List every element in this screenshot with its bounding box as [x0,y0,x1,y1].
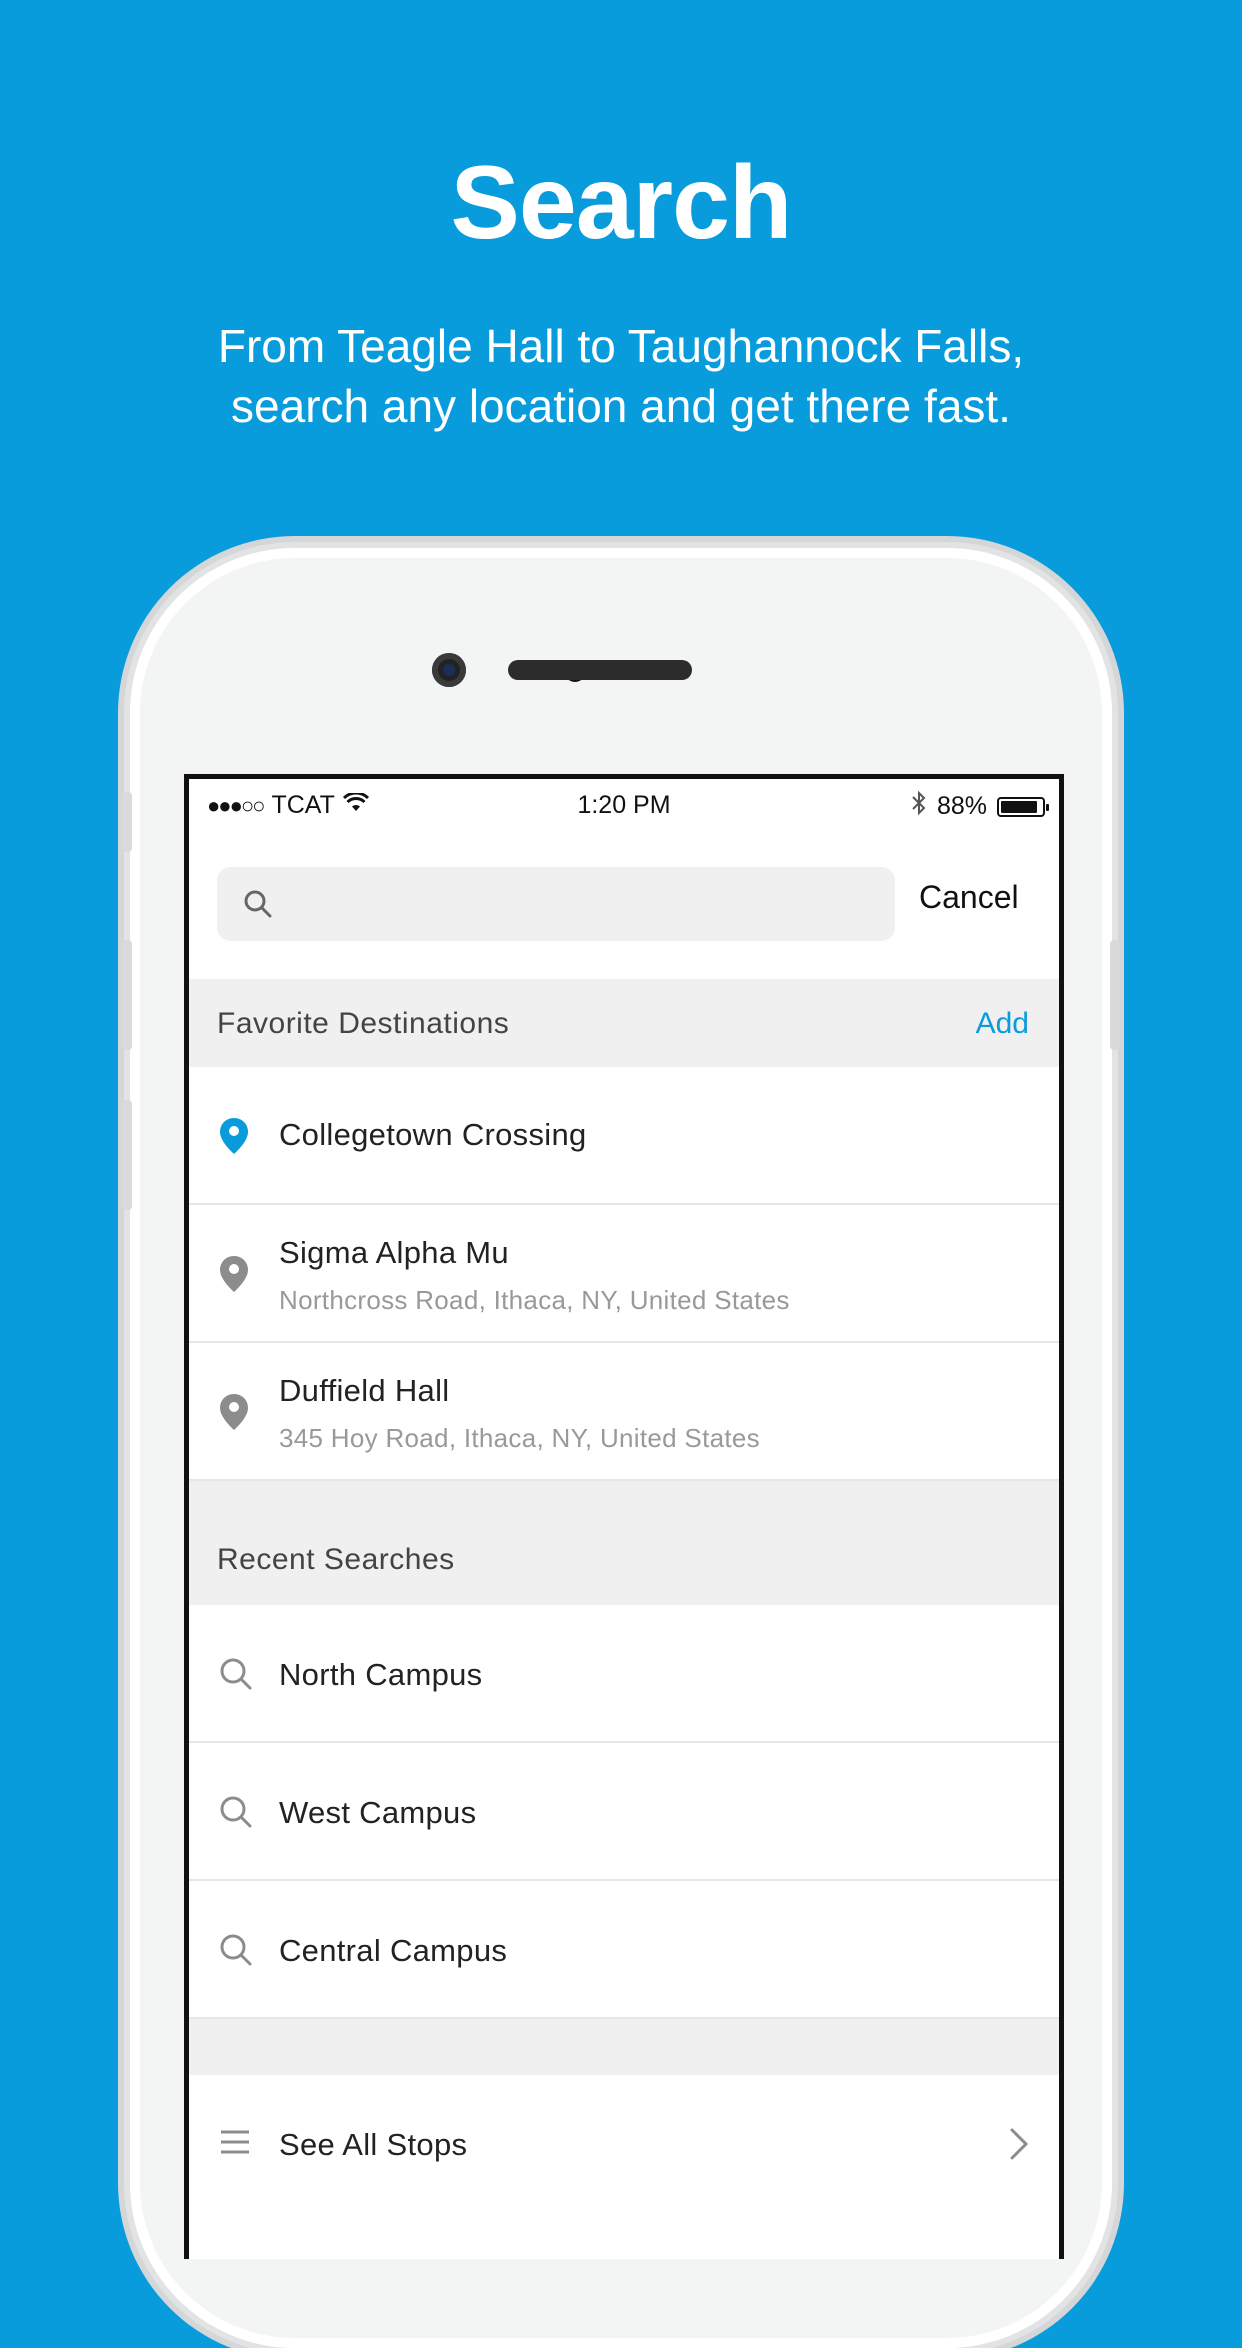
phone-speaker [508,660,692,680]
cancel-button[interactable]: Cancel [919,879,1019,916]
location-pin-icon [219,1393,249,1436]
hero-subtitle: From Teagle Hall to Taughannock Falls, s… [0,316,1242,436]
recent-search-west-campus[interactable]: West Campus [189,1743,1059,1881]
favorite-item-address: Northcross Road, Ithaca, NY, United Stat… [279,1285,790,1315]
search-icon [243,889,273,924]
favorite-item-address: 345 Hoy Road, Ithaca, NY, United States [279,1423,760,1453]
favorite-item-collegetown-crossing[interactable]: Collegetown Crossing [189,1067,1059,1205]
phone-volume-down [122,1100,132,1210]
search-icon [219,1795,253,1834]
favorite-item-duffield-hall[interactable]: Duffield Hall 345 Hoy Road, Ithaca, NY, … [189,1343,1059,1481]
list-icon [219,2129,251,2160]
battery-percent: 88% [936,792,987,820]
hero-subtitle-line-1: From Teagle Hall to Taughannock Falls, [217,320,1025,372]
favorites-header-title: Favorite Destinations [217,1007,510,1040]
hero-title: Search [450,145,793,261]
favorite-item-name: Sigma Alpha Mu [279,1235,509,1270]
location-pin-icon [219,1255,249,1298]
see-all-stops-row[interactable]: See All Stops [189,2075,1059,2213]
recent-search-north-campus[interactable]: North Campus [189,1605,1059,1743]
add-favorite-button[interactable]: Add [976,1007,1029,1041]
search-input[interactable] [287,867,881,943]
recent-search-name: North Campus [279,1657,483,1692]
see-all-stops-label: See All Stops [279,2127,468,2162]
section-spacer [189,2019,1059,2076]
recent-searches-section-header: Recent Searches [189,1481,1059,1606]
recent-search-name: West Campus [279,1795,477,1830]
favorite-item-name: Duffield Hall [279,1373,450,1408]
search-icon [219,1933,253,1972]
phone-front-camera [432,653,466,687]
location-pin-icon [219,1117,249,1160]
recent-searches-header-title: Recent Searches [217,1543,455,1576]
status-bar: ●●●○○ TCAT 1:20 PM 88% [189,779,1059,831]
chevron-right-icon [1009,2127,1029,2166]
battery-icon [997,796,1049,817]
bluetooth-icon [911,789,927,824]
recent-search-central-campus[interactable]: Central Campus [189,1881,1059,2019]
phone-power-button [1110,940,1120,1050]
favorite-item-sigma-alpha-mu[interactable]: Sigma Alpha Mu Northcross Road, Ithaca, … [189,1205,1059,1343]
phone-mute-switch [122,792,132,852]
hero-subtitle-line-2: search any location and get there fast. [231,380,1011,432]
favorites-section-header: Favorite Destinations Add [189,979,1059,1068]
favorite-item-name: Collegetown Crossing [279,1117,587,1152]
status-bar-right: 88% [911,789,1049,824]
phone-volume-up [122,940,132,1050]
app-screen: ●●●○○ TCAT 1:20 PM 88% Cancel Favorite D… [184,774,1064,2259]
search-icon [219,1657,253,1696]
search-bar[interactable] [217,867,895,943]
recent-search-name: Central Campus [279,1933,508,1968]
